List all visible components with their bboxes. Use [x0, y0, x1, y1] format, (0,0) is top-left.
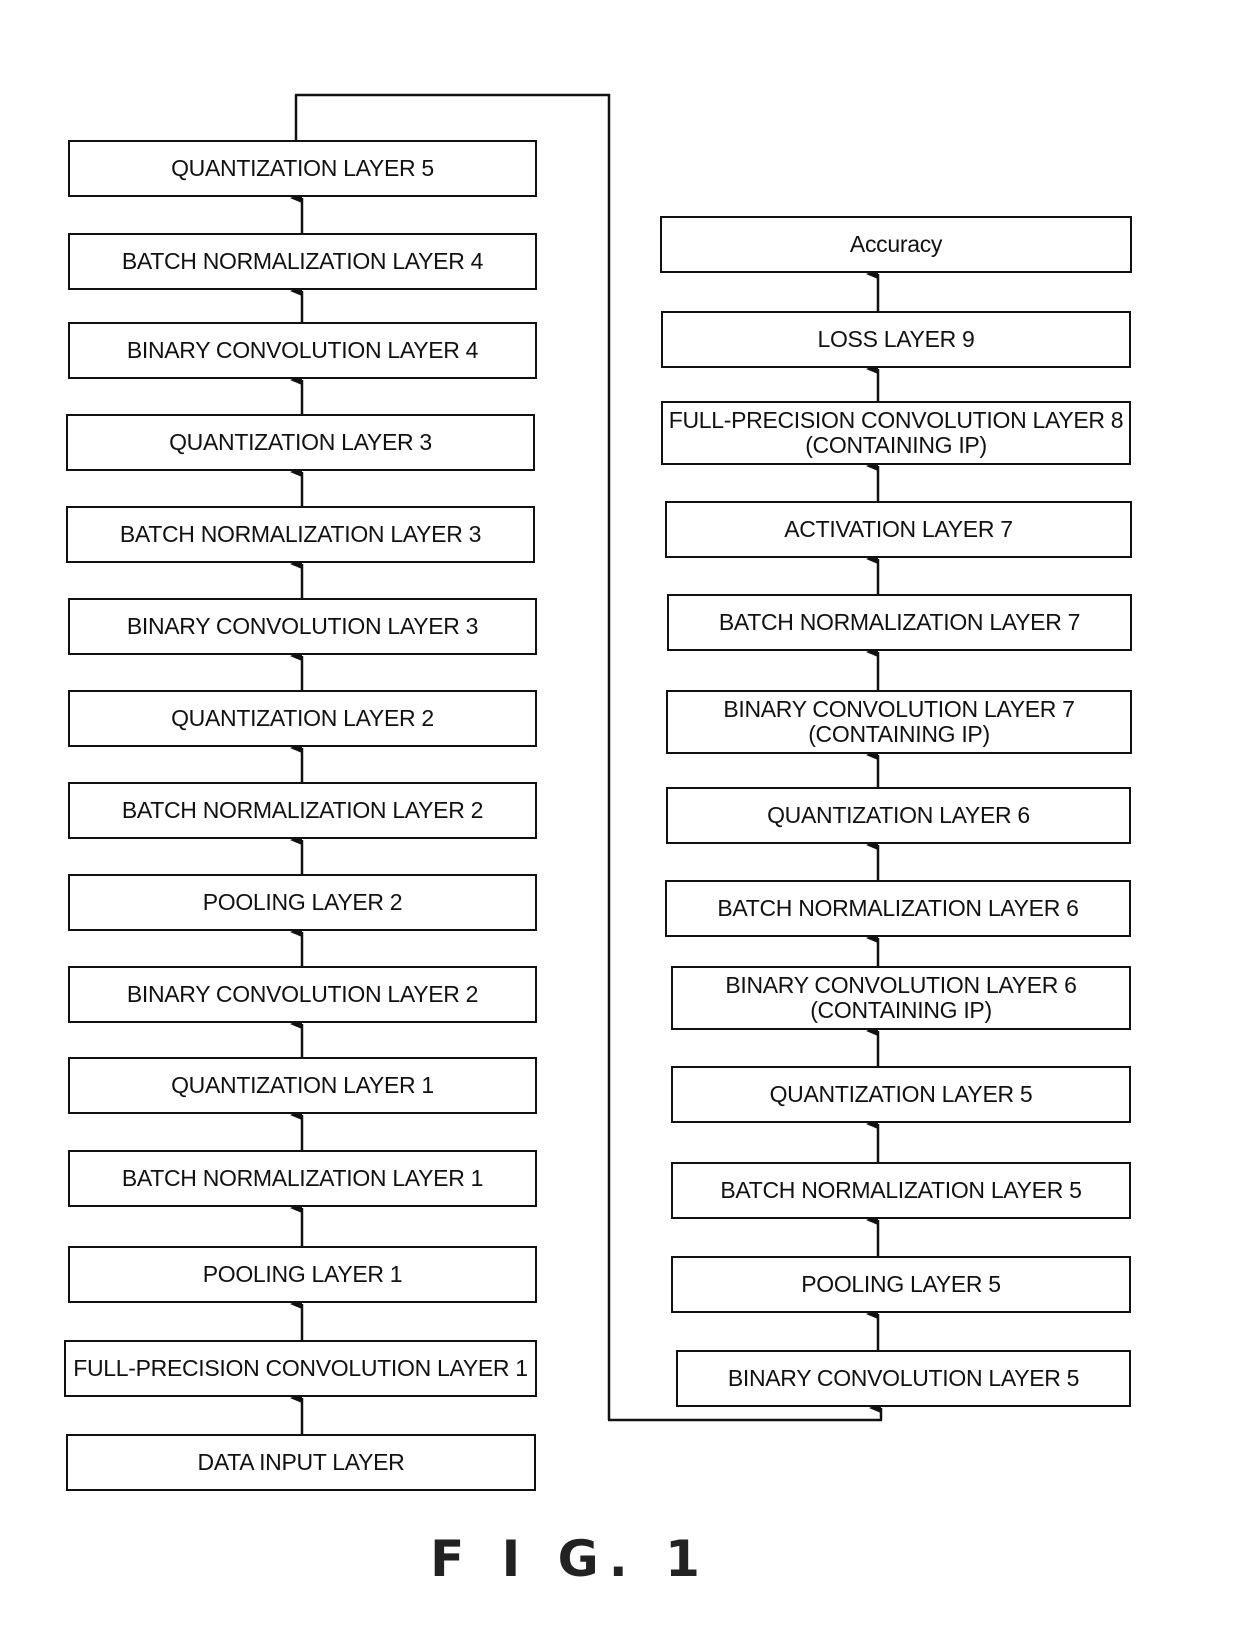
layer-label: LOSS LAYER 9	[817, 326, 975, 352]
layer-label: POOLING LAYER 1	[202, 1261, 403, 1287]
layer-label: QUANTIZATION LAYER 3	[169, 429, 432, 455]
layer-label: BATCH NORMALIZATION LAYER 6	[717, 895, 1079, 921]
layer-box-binary-conv-2: BINARY CONVOLUTION LAYER 2	[68, 966, 537, 1023]
layer-box-batch-norm-2: BATCH NORMALIZATION LAYER 2	[68, 782, 537, 839]
layer-box-batch-norm-5: BATCH NORMALIZATION LAYER 5	[671, 1162, 1131, 1219]
layer-label: BINARY CONVOLUTION LAYER 5	[727, 1365, 1080, 1391]
layer-label: FULL-PRECISION CONVOLUTION LAYER 8 (CONT…	[668, 407, 1124, 458]
figure-caption: F I G. 1	[430, 1530, 710, 1588]
layer-box-quantization-2: QUANTIZATION LAYER 2	[68, 690, 537, 747]
layer-label: QUANTIZATION LAYER 2	[171, 705, 434, 731]
layer-label: BATCH NORMALIZATION LAYER 4	[121, 248, 484, 274]
layer-box-pooling-2: POOLING LAYER 2	[68, 874, 537, 931]
layer-box-full-precision-conv-1: FULL-PRECISION CONVOLUTION LAYER 1	[64, 1340, 537, 1397]
layer-box-activation-7: ACTIVATION LAYER 7	[665, 501, 1132, 558]
layer-box-batch-norm-7: BATCH NORMALIZATION LAYER 7	[667, 594, 1132, 651]
layer-label: FULL-PRECISION CONVOLUTION LAYER 1	[73, 1355, 528, 1381]
layer-label: Accuracy	[849, 231, 943, 257]
network-diagram: QUANTIZATION LAYER 5 BATCH NORMALIZATION…	[0, 0, 1240, 1637]
layer-box-loss-9: LOSS LAYER 9	[661, 311, 1131, 368]
layer-label: BINARY CONVOLUTION LAYER 3	[126, 613, 479, 639]
layer-box-batch-norm-1: BATCH NORMALIZATION LAYER 1	[68, 1150, 537, 1207]
layer-label: BINARY CONVOLUTION LAYER 4	[126, 337, 479, 363]
layer-label: BINARY CONVOLUTION LAYER 2	[126, 981, 479, 1007]
layer-label: POOLING LAYER 2	[202, 889, 403, 915]
layer-box-pooling-1: POOLING LAYER 1	[68, 1246, 537, 1303]
layer-box-quantization-6: QUANTIZATION LAYER 6	[666, 787, 1131, 844]
layer-box-data-input: DATA INPUT LAYER	[66, 1434, 536, 1491]
layer-box-quantization-5-right: QUANTIZATION LAYER 5	[671, 1066, 1131, 1123]
layer-label: QUANTIZATION LAYER 6	[767, 802, 1030, 828]
layer-box-pooling-5: POOLING LAYER 5	[671, 1256, 1131, 1313]
layer-label: QUANTIZATION LAYER 5	[769, 1081, 1033, 1107]
layer-box-binary-conv-7: BINARY CONVOLUTION LAYER 7 (CONTAINING I…	[666, 690, 1132, 754]
layer-label: BATCH NORMALIZATION LAYER 1	[121, 1165, 484, 1191]
layer-label: QUANTIZATION LAYER 5	[171, 155, 434, 181]
layer-label: QUANTIZATION LAYER 1	[171, 1072, 434, 1098]
layer-box-binary-conv-4: BINARY CONVOLUTION LAYER 4	[68, 322, 537, 379]
layer-label: DATA INPUT LAYER	[197, 1449, 405, 1475]
layer-label: BATCH NORMALIZATION LAYER 7	[718, 609, 1081, 635]
layer-label: BINARY CONVOLUTION LAYER 6 (CONTAINING I…	[725, 972, 1077, 1023]
layer-box-binary-conv-5: BINARY CONVOLUTION LAYER 5	[676, 1350, 1131, 1407]
layer-box-quantization-5-left: QUANTIZATION LAYER 5	[68, 140, 537, 197]
layer-box-quantization-1: QUANTIZATION LAYER 1	[68, 1057, 537, 1114]
layer-box-binary-conv-3: BINARY CONVOLUTION LAYER 3	[68, 598, 537, 655]
layer-box-binary-conv-6: BINARY CONVOLUTION LAYER 6 (CONTAINING I…	[671, 966, 1131, 1030]
layer-label: BATCH NORMALIZATION LAYER 5	[720, 1177, 1082, 1203]
layer-label: BATCH NORMALIZATION LAYER 2	[121, 797, 484, 823]
layer-box-full-precision-conv-8: FULL-PRECISION CONVOLUTION LAYER 8 (CONT…	[661, 401, 1131, 465]
layer-label: BINARY CONVOLUTION LAYER 7 (CONTAINING I…	[723, 696, 1075, 747]
layer-box-batch-norm-6: BATCH NORMALIZATION LAYER 6	[665, 880, 1131, 937]
layer-box-batch-norm-4: BATCH NORMALIZATION LAYER 4	[68, 233, 537, 290]
layer-label: BATCH NORMALIZATION LAYER 3	[119, 521, 482, 547]
layer-box-quantization-3: QUANTIZATION LAYER 3	[66, 414, 535, 471]
layer-box-accuracy: Accuracy	[660, 216, 1132, 273]
layer-label: ACTIVATION LAYER 7	[784, 516, 1013, 542]
layer-label: POOLING LAYER 5	[801, 1271, 1001, 1297]
layer-box-batch-norm-3: BATCH NORMALIZATION LAYER 3	[66, 506, 535, 563]
